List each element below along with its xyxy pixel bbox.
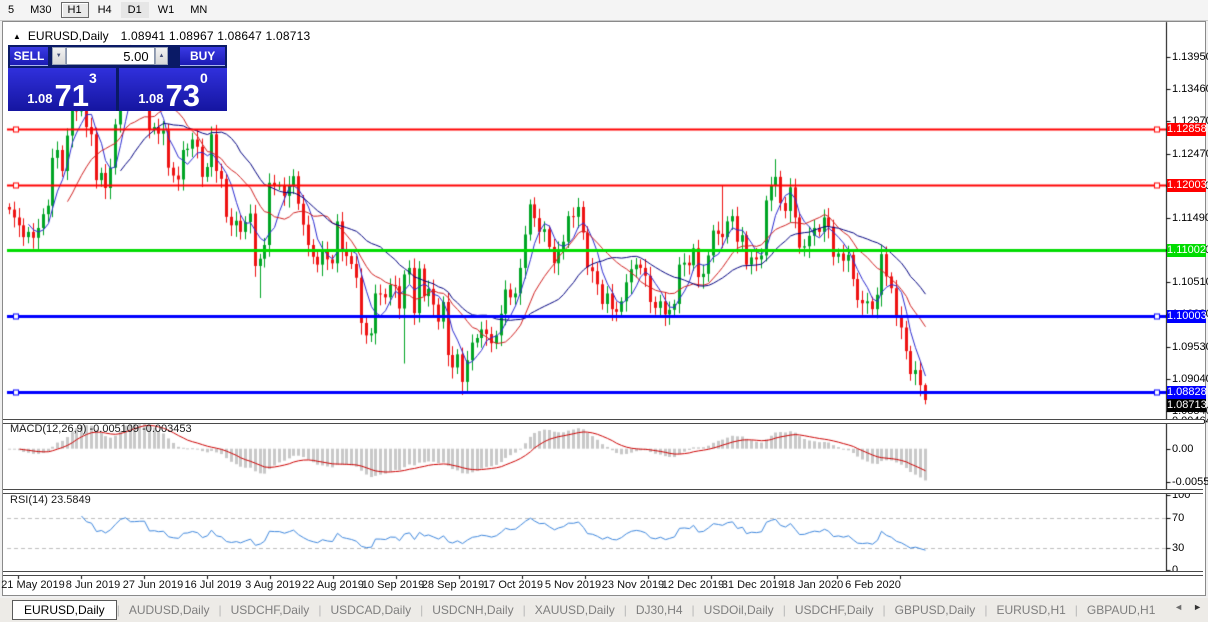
hline-price-label: 1.08828	[1167, 386, 1207, 399]
rsi-tick-label: 70	[1172, 511, 1185, 524]
buy-price-big: 1.08	[138, 91, 164, 106]
chart-tab-gbpaud-h1[interactable]: GBPAUD,H1	[1078, 601, 1164, 619]
chart-ohlc-values: 1.08941 1.08967 1.08647 1.08713	[120, 29, 311, 43]
tab-scroll-arrows: ◄ ►	[1174, 602, 1202, 612]
macd-name: MACD(12,26,9)	[10, 423, 87, 435]
hline-price-label: 1.11002	[1167, 244, 1206, 257]
timeframe-toolbar: 5 M30 H1 H4 D1 W1 MN	[0, 0, 1208, 21]
rsi-name: RSI(14)	[10, 494, 48, 506]
sell-price-sup: 3	[89, 70, 97, 86]
sell-button[interactable]: SELL	[10, 47, 48, 65]
chart-tab-gbpusd-daily[interactable]: GBPUSD,Daily	[886, 601, 985, 619]
spin-up-icon: ▲	[158, 53, 165, 59]
volume-input[interactable]	[65, 47, 155, 65]
chart-tab-eurusd-daily[interactable]: EURUSD,Daily	[12, 600, 117, 620]
timeframe-button-h4[interactable]: H4	[91, 2, 119, 18]
price-tick-label: 1.12470	[1172, 147, 1208, 160]
rsi-indicator-label: RSI(14) 23.5849	[10, 494, 91, 506]
chart-tab-xauusd-daily[interactable]: XAUUSD,Daily	[526, 601, 624, 619]
chart-tab-usdcnh-daily[interactable]: USDCNH,Daily	[423, 601, 522, 619]
buy-price-sup: 0	[200, 70, 208, 86]
timeframe-button-5[interactable]: 5	[1, 2, 21, 18]
price-tick-label: 1.11490	[1172, 212, 1208, 225]
chart-tab-dj30-h4[interactable]: DJ30,H4	[627, 601, 692, 619]
hline-price-label: 1.10003	[1167, 310, 1207, 323]
price-tick-label: 1.09040	[1172, 372, 1208, 385]
macd-tick-label: -0.005574	[1172, 475, 1208, 488]
chart-symbol-label: EURUSD,Daily	[27, 29, 109, 43]
tab-scroll-left-icon[interactable]: ◄	[1174, 602, 1183, 612]
buy-button[interactable]: BUY	[180, 47, 225, 65]
pane-splitter-macd-rsi[interactable]	[3, 489, 1203, 494]
rsi-value: 23.5849	[50, 494, 91, 506]
macd-values: -0.005109 -0.003453	[89, 423, 192, 435]
macd-tick-label: 0.00	[1172, 442, 1194, 455]
buy-price-quote[interactable]: 1.08 73 0	[119, 68, 227, 111]
pane-splitter-rsi-bottom[interactable]	[3, 571, 1203, 576]
collapse-panel-icon[interactable]: ▲	[13, 32, 21, 41]
volume-increase-button[interactable]: ▲	[154, 47, 169, 65]
macd-indicator-label: MACD(12,26,9) -0.005109 -0.003453	[10, 423, 192, 435]
pane-splitter-price-macd[interactable]	[3, 419, 1203, 424]
price-tick-label: 1.09530	[1172, 340, 1208, 353]
hline-price-label: 1.12858	[1167, 123, 1207, 136]
chart-tab-usdchf-daily[interactable]: USDCHF,Daily	[786, 601, 883, 619]
chart-tab-usdcad-daily[interactable]: USDCAD,Daily	[321, 601, 420, 619]
timeframe-button-m30[interactable]: M30	[23, 2, 58, 18]
timeframe-button-h1[interactable]: H1	[60, 2, 89, 18]
chart-tab-usdchf-daily[interactable]: USDCHF,Daily	[222, 601, 319, 619]
timeframe-button-w1[interactable]: W1	[151, 2, 182, 18]
spin-down-icon: ▼	[55, 53, 62, 59]
volume-decrease-button[interactable]: ▼	[51, 47, 66, 65]
current-price-label: 1.08713	[1167, 399, 1207, 412]
chart-header: ▲ EURUSD,Daily 1.08941 1.08967 1.08647 1…	[13, 29, 310, 43]
chart-tab-usdoil-daily[interactable]: USDOil,Daily	[695, 601, 783, 619]
sell-price-main: 71	[54, 77, 89, 113]
chart-tab-bar: EURUSD,Daily | AUDUSD,Daily | USDCHF,Daily | U…	[0, 598, 1208, 622]
buy-price-main: 73	[165, 77, 200, 113]
one-click-trade-panel: SELL ▼ ▲ BUY 1.08 71 3 1.08 73 0	[8, 45, 227, 111]
chart-tab-audusd-daily[interactable]: AUDUSD,Daily	[120, 601, 219, 619]
timeframe-button-mn[interactable]: MN	[183, 2, 214, 18]
price-tick-label: 1.13460	[1172, 83, 1208, 96]
price-tick-label: 1.13950	[1172, 51, 1208, 63]
chart-tab-eurusd-h1[interactable]: EURUSD,H1	[987, 601, 1074, 619]
timeframe-button-d1[interactable]: D1	[120, 2, 149, 18]
sell-price-quote[interactable]: 1.08 71 3	[8, 68, 116, 111]
price-tick-label: 1.10510	[1172, 276, 1208, 289]
rsi-tick-label: 30	[1172, 541, 1185, 554]
hline-price-label: 1.12003	[1167, 179, 1207, 192]
tab-scroll-right-icon[interactable]: ►	[1193, 602, 1202, 612]
sell-price-big: 1.08	[27, 91, 53, 106]
date-label: 6 Feb 2020	[845, 579, 901, 591]
